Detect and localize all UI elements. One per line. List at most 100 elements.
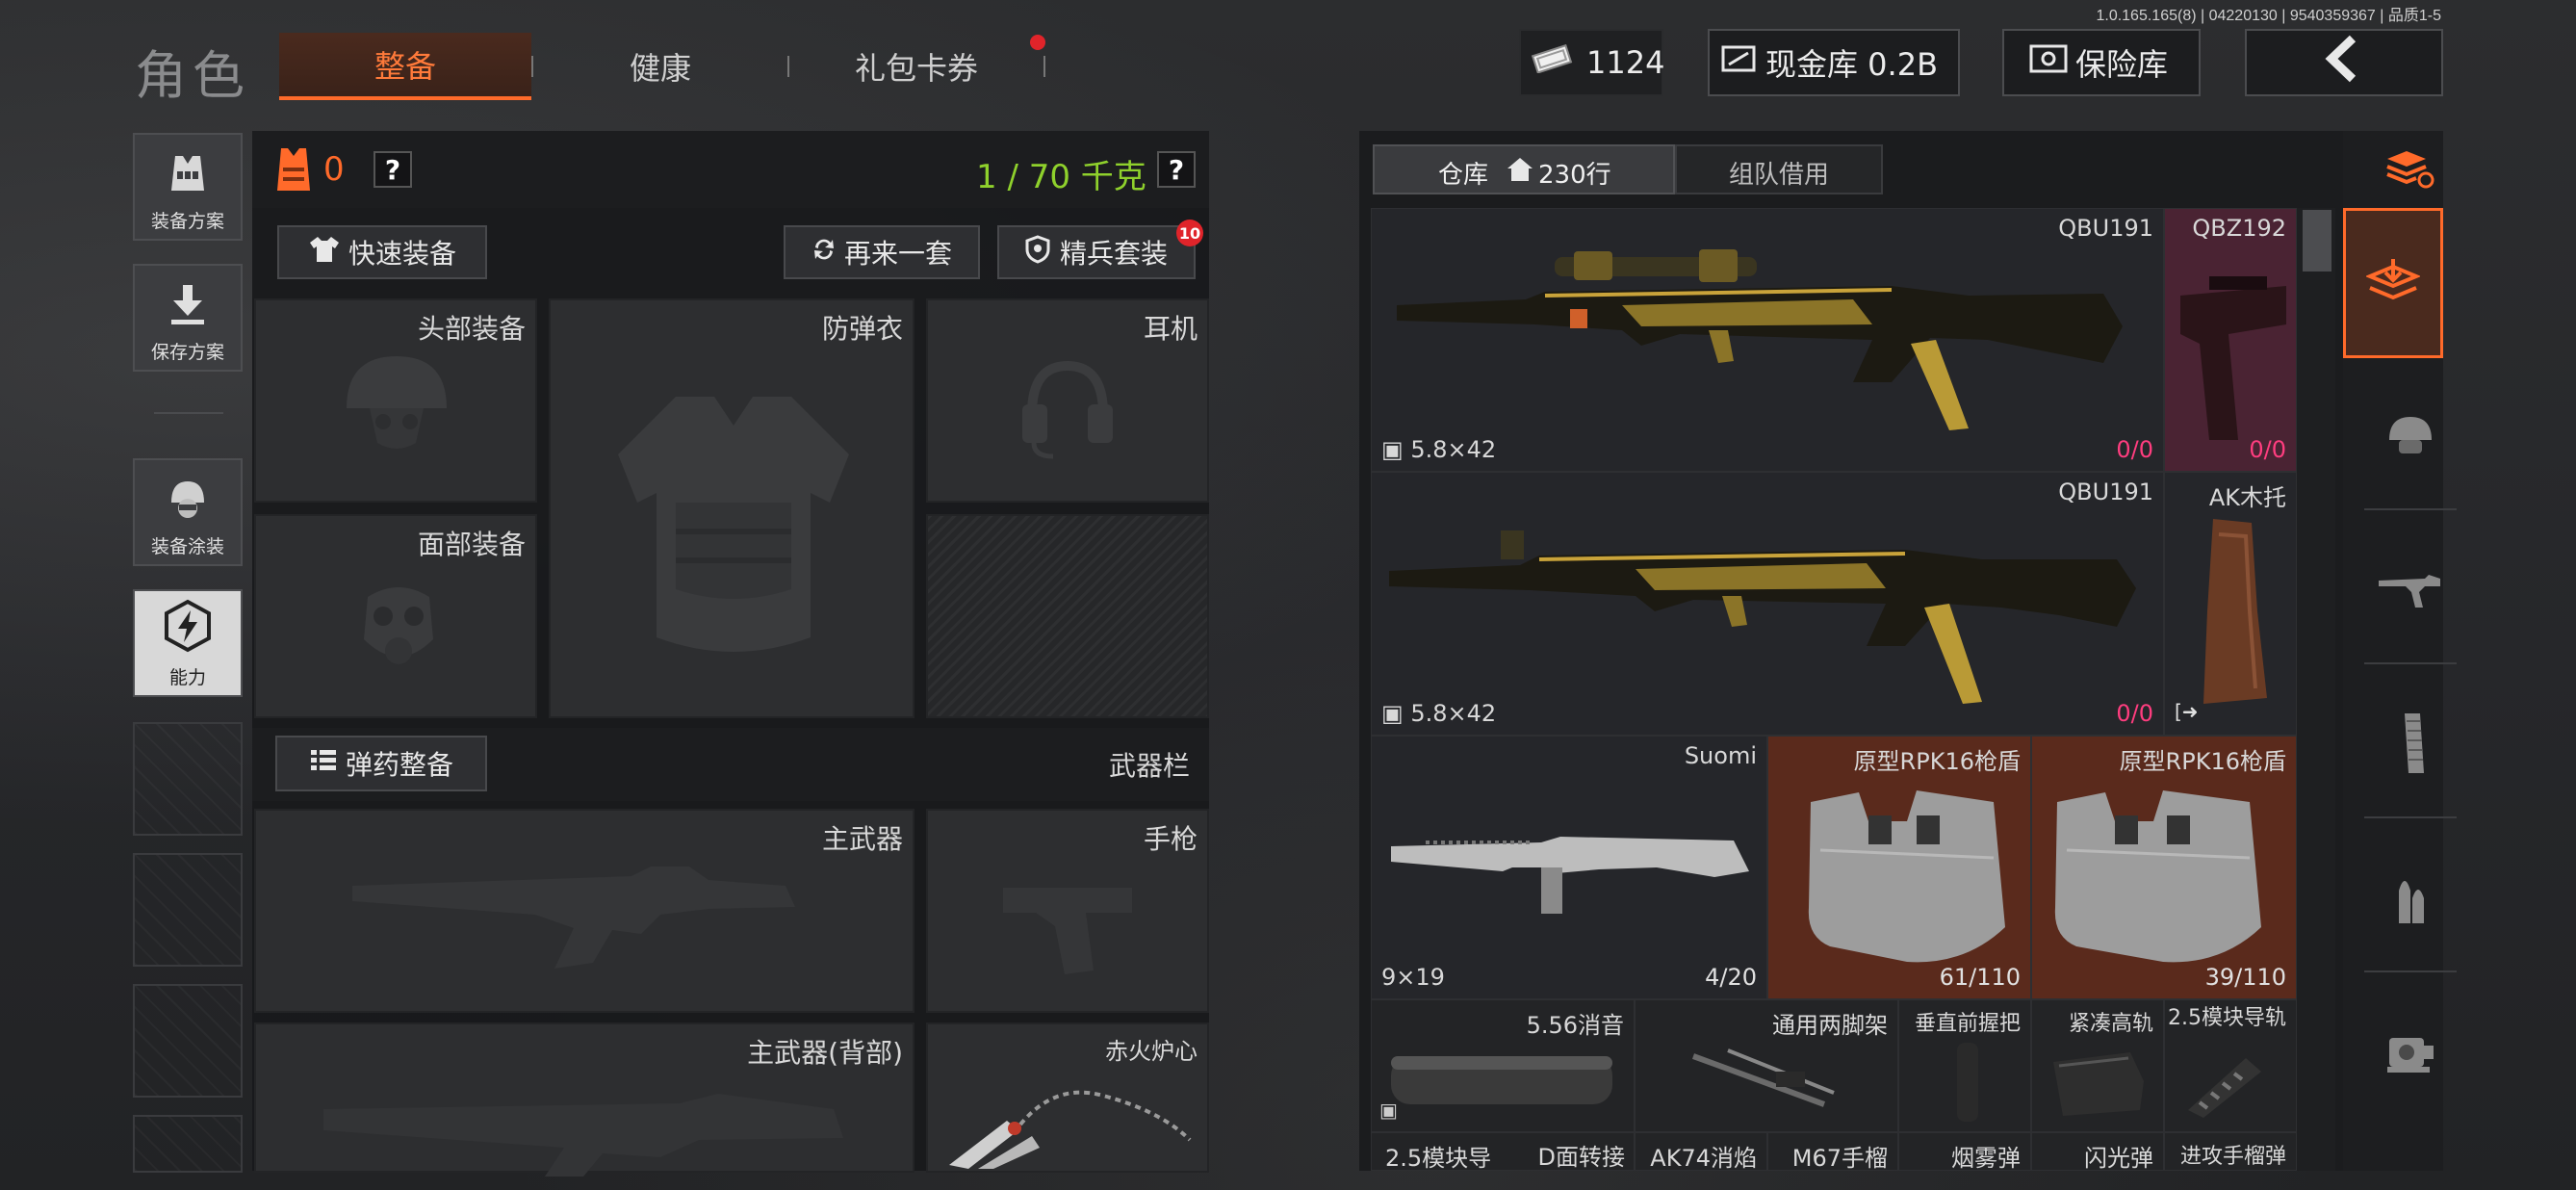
again-set-button[interactable]: 再来一套 bbox=[784, 225, 980, 279]
item-556-suppressor[interactable]: 5.56消音 ▣ bbox=[1371, 999, 1635, 1132]
pistol-silhouette-icon bbox=[997, 874, 1142, 984]
item-caliber: 9×19 bbox=[1381, 964, 1445, 991]
back-arrow-icon bbox=[2320, 35, 2368, 91]
sniper-rifle-icon bbox=[1391, 238, 2142, 463]
loadout-plan-label: 装备方案 bbox=[150, 211, 224, 232]
category-rifles[interactable] bbox=[2364, 520, 2457, 664]
armor-count: 0 bbox=[323, 150, 345, 189]
item-name: AK木托 bbox=[2208, 484, 2286, 511]
warehouse-scroll-track[interactable] bbox=[2297, 208, 2335, 1171]
head-gear-slot[interactable]: 头部装备 bbox=[254, 298, 537, 503]
tab-gift-cards[interactable]: 礼包卡券 bbox=[791, 33, 1042, 100]
weapon-bar-label: 武器栏 bbox=[1109, 750, 1191, 782]
tab-health[interactable]: 健康 bbox=[535, 33, 786, 100]
elite-set-button[interactable]: 精兵套装 bbox=[997, 225, 1196, 279]
pistol-slot[interactable]: 手枪 bbox=[926, 809, 1209, 1013]
tab-loadout[interactable]: 整备 bbox=[279, 33, 531, 100]
smg-icon bbox=[1387, 814, 1753, 923]
item-rpk16-shield-2[interactable]: 原型RPK16枪盾 39/110 bbox=[2031, 736, 2297, 999]
ammo-prep-button[interactable]: 弹药整备 bbox=[275, 736, 487, 791]
item-flashbang[interactable]: 闪光弹 bbox=[2031, 1132, 2164, 1172]
warehouse-scrollbar-thumb[interactable] bbox=[2303, 210, 2331, 272]
category-ammo[interactable] bbox=[2364, 828, 2457, 972]
item-smoke-grenade[interactable]: 烟雾弹 bbox=[1898, 1132, 2031, 1172]
item-compact-rail[interactable]: 紧凑高轨 bbox=[2031, 999, 2164, 1132]
item-ak74-flash-hider[interactable]: AK74消焰 bbox=[1635, 1132, 1767, 1172]
locked-slot bbox=[926, 514, 1209, 718]
item-d-adapter[interactable]: D面转接 bbox=[1504, 1132, 1635, 1171]
armor-help-button[interactable]: ? bbox=[374, 151, 412, 188]
vest-plan-icon bbox=[166, 152, 210, 207]
rifle-icon bbox=[1385, 511, 2146, 727]
item-name: 2.5模块导轨 bbox=[2168, 1006, 2286, 1030]
version-info: 1.0.165.165(8) | 04220130 | 9540359367 |… bbox=[2096, 8, 2441, 24]
safe-button[interactable]: 保险库 bbox=[2002, 29, 2201, 96]
item-qbu191-1[interactable]: QBU191 ▣ 5.8×42 0/0 bbox=[1371, 208, 2164, 472]
help-icon: ? bbox=[384, 153, 401, 186]
body-armor-slot[interactable]: 防弹衣 bbox=[549, 298, 914, 718]
category-magazines[interactable] bbox=[2364, 674, 2457, 818]
shirt-icon bbox=[308, 235, 341, 271]
category-optics[interactable] bbox=[2364, 982, 2457, 1126]
back-button[interactable] bbox=[2245, 29, 2443, 96]
sort-layers-button[interactable] bbox=[2364, 135, 2457, 206]
tab-gift-cards-label: 礼包卡券 bbox=[854, 50, 978, 87]
item-qbu191-2[interactable]: QBU191 ▣ 5.8×42 0/0 bbox=[1371, 472, 2164, 736]
loadout-plan-button[interactable]: 装备方案 bbox=[133, 133, 243, 241]
empty-sidebar-slot bbox=[133, 984, 243, 1098]
item-name: 垂直前握把 bbox=[1914, 1012, 2021, 1036]
ability-button[interactable]: 能力 bbox=[133, 589, 243, 697]
download-icon bbox=[166, 283, 210, 338]
item-ak-stock[interactable]: AK木托 [➜ bbox=[2164, 472, 2297, 736]
elite-set-label: 精兵套装 bbox=[1059, 238, 1168, 270]
melee-slot[interactable]: 赤火炉心 bbox=[926, 1022, 1209, 1173]
refresh-icon bbox=[811, 236, 837, 270]
again-set-label: 再来一套 bbox=[843, 238, 952, 270]
suppressor-icon bbox=[1381, 1037, 1622, 1118]
item-qbz192[interactable]: QBZ192 0/0 bbox=[2164, 208, 2297, 472]
item-vertical-grip[interactable]: 垂直前握把 bbox=[1898, 999, 2031, 1132]
item-name: QBU191 bbox=[2058, 479, 2153, 505]
layers-refresh-icon bbox=[2383, 147, 2437, 194]
tab-warehouse[interactable]: 仓库 230行 bbox=[1373, 144, 1675, 194]
back-weapon-slot[interactable]: 主武器(背部) bbox=[254, 1022, 914, 1177]
face-gear-label: 面部装备 bbox=[417, 529, 526, 560]
wood-stock-icon bbox=[2194, 515, 2271, 711]
item-name: QBZ192 bbox=[2192, 215, 2286, 242]
face-gear-slot[interactable]: 面部装备 bbox=[254, 514, 537, 718]
quick-equip-button[interactable]: 快速装备 bbox=[277, 225, 487, 279]
elite-set-badge: 10 bbox=[1176, 220, 1203, 246]
quick-equip-label: 快速装备 bbox=[348, 238, 456, 270]
category-helmets[interactable] bbox=[2364, 366, 2457, 510]
grip-icon bbox=[1953, 1039, 1982, 1129]
tab-team-borrow[interactable]: 组队借用 bbox=[1675, 144, 1883, 194]
item-name: 原型RPK16枪盾 bbox=[2119, 748, 2286, 775]
safe-icon bbox=[2029, 43, 2068, 82]
item-modular-rail[interactable]: 2.5模块导轨 bbox=[2164, 999, 2297, 1132]
equipment-skin-button[interactable]: 装备涂装 bbox=[133, 458, 243, 566]
bullets-icon bbox=[2389, 864, 2432, 935]
equipment-skin-label: 装备涂装 bbox=[150, 536, 224, 557]
melee-label: 赤火炉心 bbox=[1105, 1038, 1198, 1065]
empty-sidebar-slot bbox=[133, 853, 243, 967]
item-suomi[interactable]: Suomi 9×19 4/20 bbox=[1371, 736, 1767, 999]
cash-vault-button[interactable]: 现金库 0.2B bbox=[1708, 29, 1960, 96]
headset-slot[interactable]: 耳机 bbox=[926, 298, 1209, 503]
safe-label: 保险库 bbox=[2075, 46, 2169, 83]
bipod-icon bbox=[1689, 1018, 1853, 1127]
ammo-box-icon: ▣ bbox=[1379, 1099, 1398, 1122]
item-offensive-grenade[interactable]: 进攻手榴弹 bbox=[2164, 1132, 2297, 1171]
weight-help-button[interactable]: ? bbox=[1157, 151, 1196, 188]
pistol-label: 手枪 bbox=[1143, 823, 1198, 855]
tab-health-label: 健康 bbox=[629, 50, 691, 87]
notification-dot bbox=[1030, 35, 1045, 50]
item-name: 闪光弹 bbox=[2084, 1145, 2153, 1172]
save-plan-button[interactable]: 保存方案 bbox=[133, 264, 243, 372]
category-all[interactable] bbox=[2343, 208, 2443, 358]
item-bipod[interactable]: 通用两脚架 bbox=[1635, 999, 1898, 1132]
item-rpk16-shield-1[interactable]: 原型RPK16枪盾 61/110 bbox=[1767, 736, 2031, 999]
primary-weapon-slot[interactable]: 主武器 bbox=[254, 809, 914, 1013]
item-m67-grenade[interactable]: M67手榴 bbox=[1767, 1132, 1898, 1172]
weight-capacity: 1 / 70 千克 bbox=[976, 158, 1146, 196]
page-title: 角色 bbox=[135, 45, 250, 106]
